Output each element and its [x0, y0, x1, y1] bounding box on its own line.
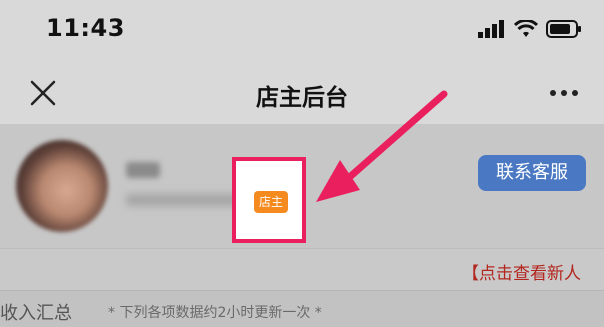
- update-frequency-note: * 下列各项数据约2小时更新一次 *: [108, 305, 322, 321]
- newbie-guide-link[interactable]: 【点击查看新人: [462, 259, 581, 284]
- notice-bar: 【点击查看新人: [0, 248, 604, 291]
- income-summary-title: 收入汇总: [0, 303, 72, 324]
- income-summary-header: 收入汇总 * 下列各项数据约2小时更新一次 *: [0, 290, 604, 327]
